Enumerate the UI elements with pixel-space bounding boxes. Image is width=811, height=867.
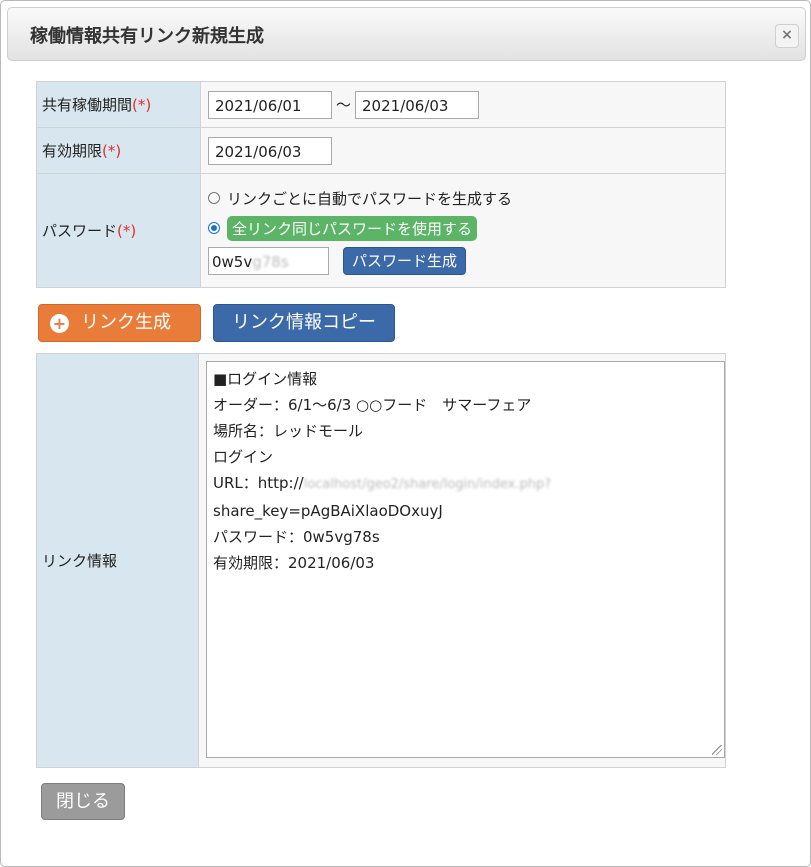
password-value-visible: 0w5v	[212, 253, 253, 271]
expiry-label-cell: 有効期限(*)	[36, 127, 201, 174]
period-start-input[interactable]: 2021/06/01	[208, 90, 332, 119]
expiry-row: 有効期限(*) 2021/06/03	[36, 127, 726, 174]
link-info-line: パスワード：0w5vg78s	[213, 528, 380, 546]
share-link-dialog: 稼働情報共有リンク新規生成 × 共有稼働期間(*) 2021/06/01 ～ 202…	[0, 0, 811, 867]
radio-same-label: 全リンク同じパスワードを使用する	[227, 215, 478, 241]
radio-auto-label: リンクごとに自動でパスワードを生成する	[227, 189, 513, 208]
password-row: パスワード(*) リンクごとに自動でパスワードを生成する 全リンク同じパスワード…	[36, 173, 726, 288]
link-info-line: share_key=pAgBAiXlaoDOxuyJ	[213, 502, 443, 520]
link-info-line: オーダー：6/1～6/3 ○○フード サマーフェア	[213, 396, 532, 414]
period-separator: ～	[336, 96, 352, 114]
period-label: 共有稼働期間	[42, 96, 133, 114]
generate-link-button[interactable]: + リンク生成	[38, 304, 201, 342]
expiry-input[interactable]: 2021/06/03	[208, 136, 332, 165]
copy-link-info-button[interactable]: リンク情報コピー	[213, 304, 395, 342]
radio-auto[interactable]	[208, 192, 220, 204]
generate-password-button[interactable]: パスワード生成	[343, 247, 467, 275]
period-label-cell: 共有稼働期間(*)	[36, 81, 201, 128]
close-icon[interactable]: ×	[775, 24, 799, 48]
link-info-row: リンク情報 ■ログイン情報 オーダー：6/1～6/3 ○○フード サマーフェア …	[36, 353, 726, 768]
link-info-line-url: URL：http://localhost/geo2/share/login/in…	[213, 470, 718, 498]
plus-circle-icon: +	[50, 314, 69, 333]
share-settings-form: 共有稼働期間(*) 2021/06/01 ～ 2021/06/03 有効期限(*) …	[36, 81, 726, 288]
url-blurred: localhost/geo2/share/login/index.php?	[303, 477, 552, 492]
link-info-label: リンク情報	[36, 353, 199, 768]
password-option-same[interactable]: 全リンク同じパスワードを使用する	[208, 215, 725, 241]
link-info-line: ■ログイン情報	[213, 370, 318, 388]
link-info-line: ログイン	[213, 448, 274, 466]
password-value-blurred: g78s	[252, 253, 289, 271]
link-info-value-cell: ■ログイン情報 オーダー：6/1～6/3 ○○フード サマーフェア 場所名：レッ…	[198, 353, 726, 768]
password-input-line: 0w5vg78s パスワード生成	[208, 247, 725, 275]
expiry-label: 有効期限	[42, 142, 103, 160]
resize-grip-icon[interactable]	[712, 745, 722, 755]
period-value-cell: 2021/06/01 ～ 2021/06/03	[200, 81, 726, 128]
close-button[interactable]: 閉じる	[41, 783, 125, 820]
password-value-cell: リンクごとに自動でパスワードを生成する 全リンク同じパスワードを使用する 0w5…	[200, 173, 726, 288]
link-info-textarea[interactable]: ■ログイン情報 オーダー：6/1～6/3 ○○フード サマーフェア 場所名：レッ…	[206, 361, 725, 758]
link-info-table: リンク情報 ■ログイン情報 オーダー：6/1～6/3 ○○フード サマーフェア …	[36, 353, 726, 768]
period-end-input[interactable]: 2021/06/03	[355, 90, 480, 119]
link-info-line: 有効期限：2021/06/03	[213, 554, 375, 572]
dialog-title: 稼働情報共有リンク新規生成	[30, 26, 264, 47]
required-mark: (*)	[102, 142, 122, 160]
link-info-line: 場所名：レッドモール	[213, 422, 364, 440]
password-option-auto[interactable]: リンクごとに自動でパスワードを生成する	[208, 186, 725, 210]
password-label-cell: パスワード(*)	[36, 173, 201, 288]
required-mark: (*)	[132, 96, 152, 114]
password-label: パスワード	[42, 222, 118, 240]
required-mark: (*)	[117, 222, 137, 240]
period-row: 共有稼働期間(*) 2021/06/01 ～ 2021/06/03	[36, 81, 726, 128]
radio-same[interactable]	[208, 222, 220, 234]
dialog-titlebar: 稼働情報共有リンク新規生成 ×	[7, 7, 806, 61]
expiry-value-cell: 2021/06/03	[200, 127, 726, 174]
url-prefix: URL：http://	[213, 474, 304, 492]
generate-link-label: リンク生成	[81, 312, 171, 333]
password-input[interactable]: 0w5vg78s	[208, 247, 329, 275]
